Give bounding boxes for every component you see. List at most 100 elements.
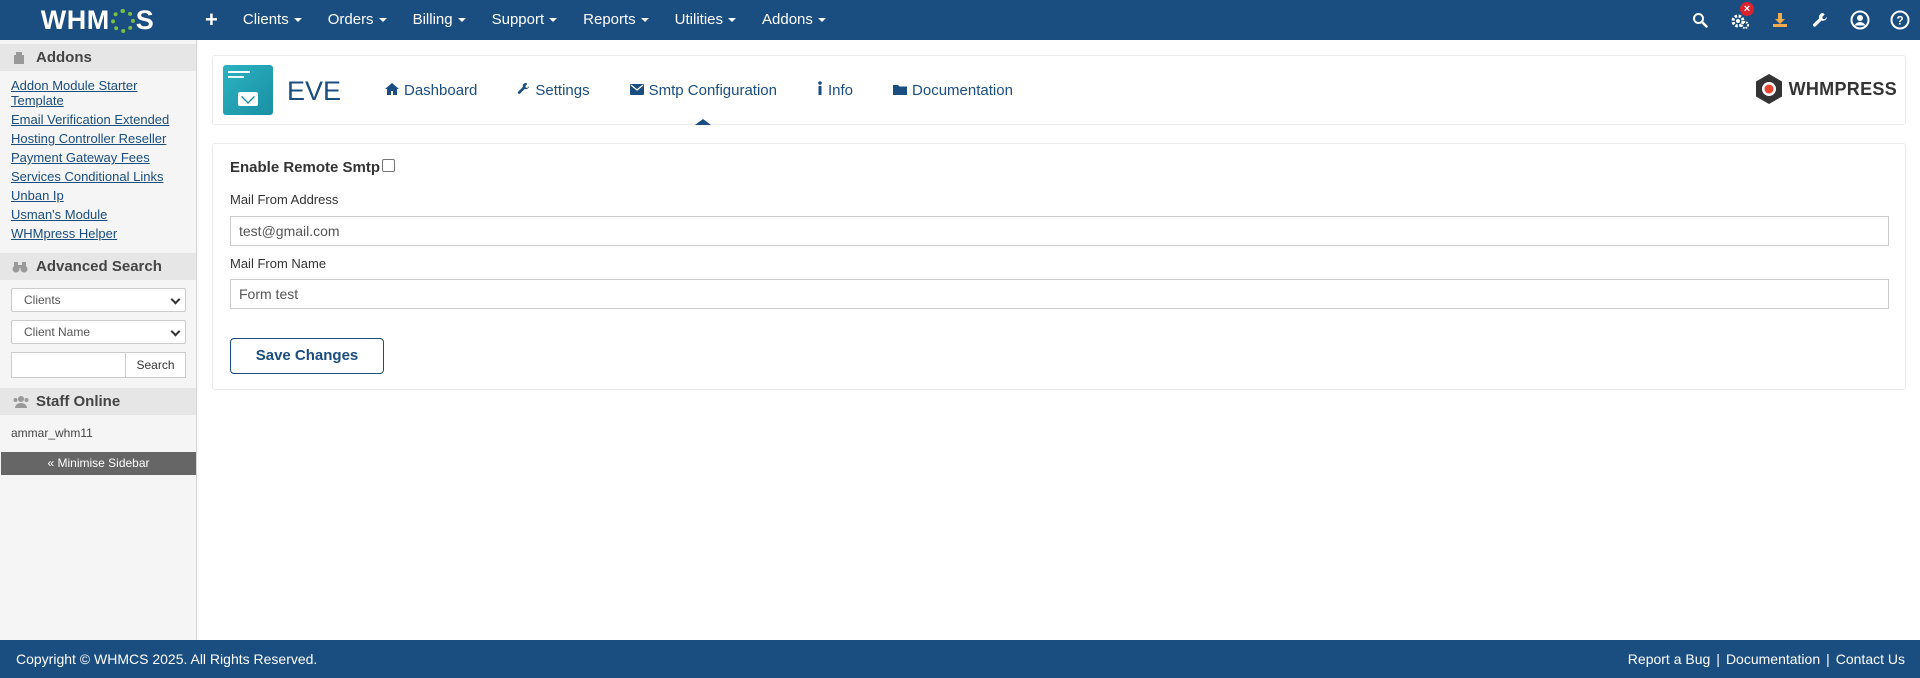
- search-type-value: Clients: [24, 293, 61, 307]
- nav-support[interactable]: Support: [479, 0, 571, 40]
- staff-online-header: Staff Online: [0, 388, 196, 415]
- addon-link-services-conditional[interactable]: Services Conditional Links: [11, 169, 185, 184]
- tab-smtp-configuration[interactable]: Smtp Configuration: [610, 56, 797, 125]
- documentation-link[interactable]: Documentation: [1726, 651, 1820, 667]
- users-icon: [12, 395, 29, 409]
- enable-remote-smtp-label: Enable Remote Smtp: [230, 159, 381, 176]
- notification-badge: ×: [1740, 2, 1754, 16]
- mail-from-name-input[interactable]: Form test: [230, 279, 1889, 309]
- mail-from-address-label: Mail From Address: [230, 192, 339, 207]
- chevron-down-icon: [170, 294, 181, 305]
- top-icon-group: × ?: [1680, 0, 1920, 40]
- save-changes-button[interactable]: Save Changes: [230, 338, 384, 374]
- module-title: EVE: [287, 76, 342, 106]
- wrench-icon: [517, 82, 530, 99]
- binoculars-icon: [12, 260, 28, 274]
- staff-online-title: Staff Online: [36, 393, 121, 410]
- caret-down-icon: [293, 18, 302, 23]
- addon-link-email-verification[interactable]: Email Verification Extended: [11, 112, 185, 127]
- tab-label: Info: [828, 81, 854, 99]
- folder-icon: [893, 82, 908, 99]
- sidebar: Addons Addon Module Starter Template Ema…: [0, 40, 197, 640]
- addons-section-header: Addons: [0, 44, 196, 71]
- cube-icon: [12, 51, 28, 65]
- search-field-select[interactable]: Client Name: [11, 320, 186, 344]
- chevron-down-icon: [170, 326, 181, 337]
- add-new-icon[interactable]: +: [195, 0, 230, 40]
- advanced-search-title: Advanced Search: [36, 258, 162, 275]
- footer: Copyright © WHMCS 2025. All Rights Reser…: [0, 640, 1920, 678]
- nav-clients[interactable]: Clients: [230, 0, 315, 40]
- tab-label: Documentation: [912, 81, 1013, 99]
- addon-link-hosting-controller[interactable]: Hosting Controller Reseller: [11, 131, 185, 146]
- whmcs-logo[interactable]: WHM S: [0, 0, 195, 40]
- caret-down-icon: [640, 18, 649, 23]
- tab-documentation[interactable]: Documentation: [873, 56, 1033, 124]
- wrench-icon[interactable]: [1800, 0, 1840, 40]
- user-account-icon[interactable]: [1840, 0, 1880, 40]
- footer-separator: |: [1826, 651, 1830, 667]
- envelope-icon: [238, 92, 258, 106]
- download-icon[interactable]: [1760, 0, 1800, 40]
- nav-billing[interactable]: Billing: [400, 0, 479, 40]
- whmpress-logo-icon: [1755, 74, 1782, 104]
- search-row: Search: [11, 352, 186, 378]
- module-logo: [223, 65, 273, 115]
- mail-from-name-label: Mail From Name: [230, 256, 327, 271]
- search-input[interactable]: [11, 352, 126, 378]
- envelope-icon: [629, 82, 644, 99]
- contact-us-link[interactable]: Contact Us: [1836, 651, 1905, 667]
- addon-link-usmans-module[interactable]: Usman's Module: [11, 207, 185, 222]
- nav-label: Utilities: [674, 11, 724, 28]
- caret-down-icon: [817, 18, 826, 23]
- nav-label: Billing: [412, 11, 453, 28]
- report-bug-link[interactable]: Report a Bug: [1628, 651, 1711, 667]
- tab-label: Dashboard: [404, 81, 478, 99]
- nav-utilities[interactable]: Utilities: [662, 0, 749, 40]
- tab-label: Settings: [535, 81, 590, 99]
- copyright-text: Copyright © WHMCS 2025. All Rights Reser…: [16, 651, 318, 667]
- staff-online-user[interactable]: ammar_whm11: [0, 415, 196, 452]
- nav-label: Support: [491, 11, 545, 28]
- addon-links-list: Addon Module Starter Template Email Veri…: [0, 71, 196, 251]
- svg-text:?: ?: [1896, 14, 1903, 28]
- footer-links: Report a Bug | Documentation | Contact Us: [1628, 651, 1905, 667]
- nav-label: Reports: [583, 11, 636, 28]
- minimise-sidebar-button[interactable]: « Minimise Sidebar: [1, 452, 196, 475]
- addon-link-whmpress-helper[interactable]: WHMpress Helper: [11, 226, 185, 241]
- tab-info[interactable]: Info: [797, 56, 873, 124]
- mail-from-address-input[interactable]: test@gmail.com: [230, 216, 1889, 246]
- tab-label: Smtp Configuration: [648, 81, 777, 99]
- caret-down-icon: [728, 18, 737, 23]
- smtp-config-form: Enable Remote Smtp Mail From Address tes…: [212, 143, 1906, 390]
- whmpress-brand[interactable]: WHMPRESS: [1753, 73, 1897, 105]
- module-tabs: Dashboard Settings Smtp Configuration In…: [365, 56, 1033, 125]
- help-icon[interactable]: ?: [1880, 0, 1920, 40]
- addon-link-unban-ip[interactable]: Unban Ip: [11, 188, 185, 203]
- search-icon[interactable]: [1680, 0, 1720, 40]
- search-button[interactable]: Search: [126, 352, 186, 378]
- search-field-value: Client Name: [24, 325, 91, 339]
- search-type-select[interactable]: Clients: [11, 288, 186, 312]
- nav-label: Orders: [327, 11, 374, 28]
- info-icon: [817, 81, 823, 99]
- nav-orders[interactable]: Orders: [315, 0, 400, 40]
- enable-remote-smtp-row: Enable Remote Smtp: [230, 159, 396, 176]
- logo-gear-icon: [110, 9, 135, 33]
- footer-separator: |: [1716, 651, 1720, 667]
- addon-link-starter-template[interactable]: Addon Module Starter Template: [11, 78, 185, 108]
- automation-gear-icon[interactable]: ×: [1720, 0, 1760, 40]
- nav-addons[interactable]: Addons: [749, 0, 839, 40]
- caret-down-icon: [549, 18, 558, 23]
- logo-text-left: WHM: [40, 4, 110, 35]
- tab-settings[interactable]: Settings: [497, 56, 609, 124]
- home-icon: [385, 82, 399, 99]
- logo-text-right: S: [135, 4, 155, 35]
- brand-text: WHMPRESS: [1788, 78, 1897, 99]
- enable-remote-smtp-checkbox[interactable]: [382, 159, 396, 172]
- addons-title: Addons: [36, 49, 92, 66]
- tab-dashboard[interactable]: Dashboard: [365, 56, 497, 124]
- nav-reports[interactable]: Reports: [570, 0, 662, 40]
- addon-link-payment-gateway-fees[interactable]: Payment Gateway Fees: [11, 150, 185, 165]
- nav-label: Clients: [242, 11, 289, 28]
